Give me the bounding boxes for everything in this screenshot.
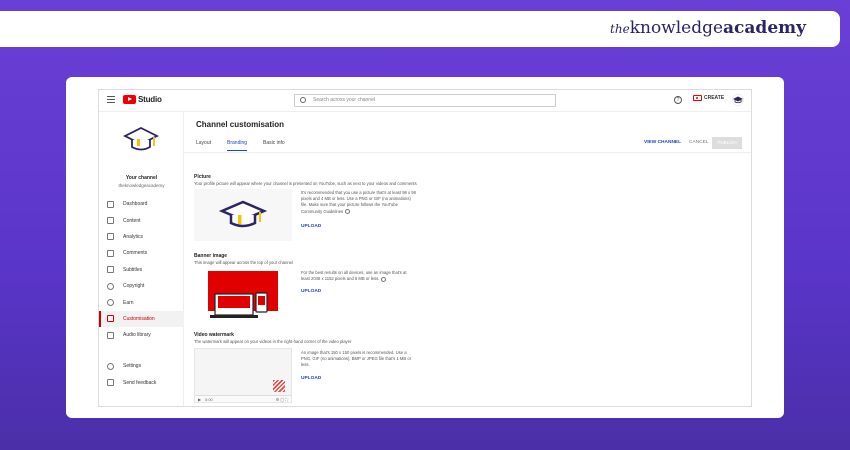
picture-section-description: Your profile picture will appear where y… bbox=[194, 181, 417, 186]
banner-section-title: Banner image bbox=[194, 253, 228, 259]
search-input[interactable]: Search across your channel bbox=[294, 94, 556, 107]
watermark-section-description: The watermark will appear on your videos… bbox=[194, 339, 352, 344]
banner-section-description: This image will appear across the top of… bbox=[194, 260, 293, 265]
customisation-icon bbox=[107, 315, 114, 323]
sidebar-item-send-feedback[interactable]: Send feedback bbox=[99, 374, 184, 390]
sidebar-item-dashboard[interactable]: Dashboard bbox=[99, 196, 184, 212]
tab-basic-info[interactable]: Basic info bbox=[263, 140, 285, 151]
account-avatar[interactable] bbox=[732, 94, 744, 106]
watermark-upload-button[interactable]: UPLOAD bbox=[301, 376, 321, 381]
view-channel-button[interactable]: VIEW CHANNEL bbox=[644, 140, 681, 145]
player-time: 0:00 bbox=[205, 397, 213, 402]
menu-icon[interactable] bbox=[107, 96, 115, 104]
picture-guidelines-body: It's recommended that you use a picture … bbox=[301, 190, 416, 214]
brand-word-knowledge: knowledge bbox=[629, 18, 724, 38]
main-content: Channel customisation Layout Branding Ba… bbox=[184, 112, 751, 406]
banner-guidelines-text: For the best results on all devices, use… bbox=[301, 270, 416, 282]
tab-layout[interactable]: Layout bbox=[196, 140, 211, 151]
sidebar-item-label: Dashboard bbox=[123, 201, 148, 208]
copyright-icon bbox=[107, 282, 114, 290]
banner-devices-preview bbox=[208, 271, 278, 318]
studio-logo-text: Studio bbox=[138, 95, 162, 104]
picture-section-title: Picture bbox=[194, 174, 211, 180]
sidebar: Your channel theknowledgeacademy Dashboa… bbox=[99, 112, 184, 406]
info-icon[interactable] bbox=[345, 209, 351, 214]
sidebar-item-label: Customisation bbox=[123, 315, 155, 322]
picture-preview bbox=[194, 189, 292, 241]
content-icon bbox=[107, 217, 114, 225]
sidebar-nav: Dashboard Content Analytics Comments Sub… bbox=[99, 196, 184, 344]
youtube-studio-logo[interactable]: Studio bbox=[123, 95, 162, 104]
sidebar-item-label: Subtitles bbox=[123, 266, 143, 273]
watermark-placeholder bbox=[273, 380, 285, 392]
video-camera-icon bbox=[693, 95, 702, 101]
picture-guidelines-text: It's recommended that you use a picture … bbox=[301, 190, 416, 215]
watermark-preview: ▶ 0:00 ⚙ ▢ ⛶ bbox=[194, 348, 292, 403]
tab-bar: Layout Branding Basic info bbox=[196, 140, 285, 151]
youtube-studio-window: Studio Search across your channel ? CREA… bbox=[98, 89, 752, 407]
create-button[interactable]: CREATE bbox=[693, 95, 724, 101]
audio-library-icon bbox=[107, 331, 114, 339]
studio-header: Studio Search across your channel ? CREA… bbox=[99, 90, 751, 112]
gear-icon bbox=[107, 362, 114, 370]
subtitles-icon bbox=[107, 266, 114, 274]
sidebar-item-content[interactable]: Content bbox=[99, 212, 184, 228]
page-title: Channel customisation bbox=[196, 120, 285, 129]
create-label: CREATE bbox=[704, 95, 725, 101]
channel-title: Your channel bbox=[125, 175, 158, 181]
video-player-controls: ▶ 0:00 ⚙ ▢ ⛶ bbox=[195, 395, 291, 402]
sidebar-item-label: Copyright bbox=[123, 283, 145, 290]
sidebar-item-label: Settings bbox=[123, 363, 142, 370]
sidebar-item-earn[interactable]: Earn bbox=[99, 294, 184, 310]
tab-branding[interactable]: Branding bbox=[227, 140, 248, 151]
watermark-section-title: Video watermark bbox=[194, 332, 234, 338]
screenshot-card: Studio Search across your channel ? CREA… bbox=[66, 77, 784, 418]
sidebar-item-label: Audio library bbox=[123, 332, 151, 339]
sidebar-item-label: Analytics bbox=[123, 233, 144, 240]
youtube-play-icon bbox=[123, 95, 136, 104]
sidebar-bottom-nav: Settings Send feedback bbox=[99, 358, 184, 391]
feedback-icon bbox=[107, 379, 114, 387]
search-placeholder: Search across your channel bbox=[313, 97, 375, 103]
graduation-cap-icon bbox=[218, 200, 268, 228]
channel-avatar[interactable] bbox=[123, 125, 159, 155]
sidebar-item-label: Content bbox=[123, 217, 141, 224]
brand-prefix: the bbox=[610, 22, 630, 36]
sidebar-item-comments[interactable]: Comments bbox=[99, 245, 184, 261]
sidebar-item-settings[interactable]: Settings bbox=[99, 358, 184, 374]
sidebar-item-analytics[interactable]: Analytics bbox=[99, 229, 184, 245]
sidebar-item-label: Earn bbox=[123, 299, 134, 306]
brand-logo: theknowledgeacademy bbox=[610, 18, 806, 38]
banner-upload-button[interactable]: UPLOAD bbox=[301, 289, 321, 294]
play-icon[interactable]: ▶ bbox=[198, 397, 201, 402]
earn-icon bbox=[107, 299, 114, 307]
watermark-guidelines-text: An image that's 150 x 150 pixels is reco… bbox=[301, 350, 412, 368]
tabs-divider bbox=[184, 152, 751, 153]
comments-icon bbox=[107, 249, 114, 257]
dashboard-icon bbox=[107, 200, 114, 208]
banner-guidelines-body: For the best results on all devices, use… bbox=[301, 270, 407, 282]
brand-word-academy: academy bbox=[723, 18, 806, 38]
publish-button[interactable]: PUBLISH bbox=[712, 137, 742, 149]
top-banner: theknowledgeacademy bbox=[0, 11, 840, 47]
banner-preview bbox=[194, 268, 292, 322]
help-icon[interactable]: ? bbox=[674, 96, 682, 104]
sidebar-item-subtitles[interactable]: Subtitles bbox=[99, 262, 184, 278]
picture-upload-button[interactable]: UPLOAD bbox=[301, 224, 321, 229]
sidebar-item-copyright[interactable]: Copyright bbox=[99, 278, 184, 294]
sidebar-item-customisation[interactable]: Customisation bbox=[99, 310, 184, 328]
channel-handle: theknowledgeacademy bbox=[118, 183, 165, 188]
sidebar-item-audio-library[interactable]: Audio library bbox=[99, 327, 184, 343]
analytics-icon bbox=[107, 233, 114, 241]
player-settings-icon[interactable]: ⚙ ▢ ⛶ bbox=[276, 397, 288, 402]
sidebar-item-label: Comments bbox=[123, 250, 148, 257]
cancel-button[interactable]: CANCEL bbox=[689, 140, 708, 145]
sidebar-item-label: Send feedback bbox=[123, 379, 157, 386]
info-icon[interactable] bbox=[381, 276, 387, 282]
search-icon bbox=[300, 97, 306, 103]
